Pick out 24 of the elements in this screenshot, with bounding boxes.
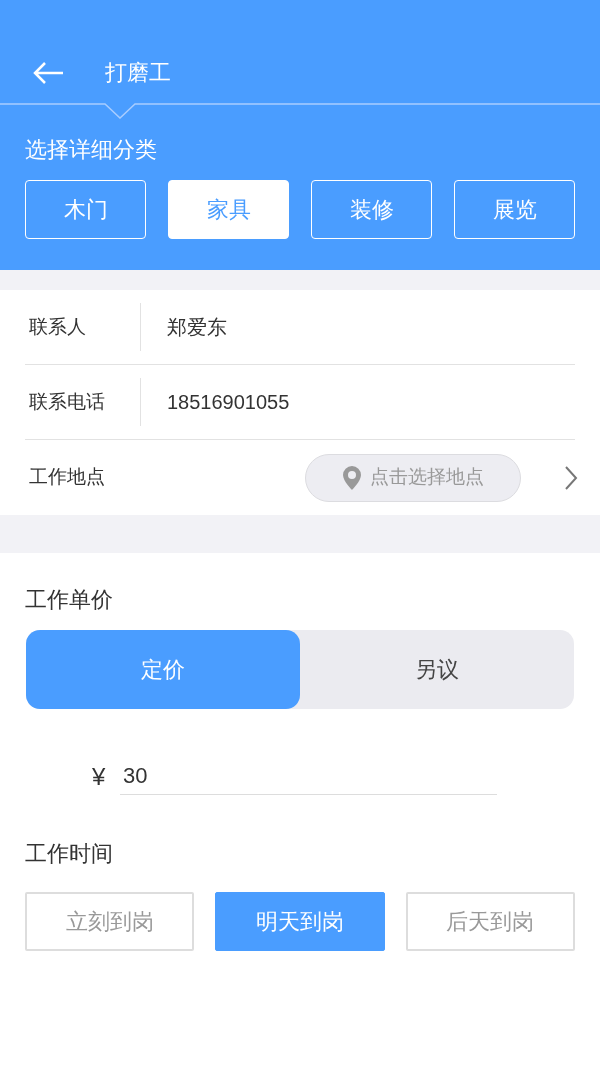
time-option-button[interactable]: 立刻到岗 [25,892,195,951]
location-pin-icon [342,464,362,491]
category-button[interactable]: 装修 [311,180,432,239]
field-label: 联系人 [28,314,87,339]
currency-symbol: ¥ [92,762,107,792]
field-value[interactable]: 18516901055 [141,387,290,417]
price-mode-tab[interactable]: 定价 [26,630,300,709]
back-arrow-icon[interactable] [32,60,64,85]
section-label: 工作时间 [24,840,114,868]
time-option-button[interactable]: 明天到岗 [215,892,385,951]
field-value[interactable]: 郑爱东 [141,312,227,342]
category-button[interactable]: 展览 [454,180,575,239]
price-input[interactable]: 30 [120,759,497,795]
category-button[interactable]: 木门 [25,180,146,239]
field-label: 联系电话 [28,389,106,414]
category-button[interactable]: 家具 [168,180,289,239]
page-title: 打磨工 [105,59,171,87]
location-picker[interactable]: 点击选择地点 [305,453,521,502]
section-label: 工作单价 [24,586,114,614]
time-option-button[interactable]: 后天到岗 [405,892,575,951]
field-label: 工作地点 [29,465,106,490]
section-label: 选择详细分类 [24,136,158,164]
price-mode-tab[interactable]: 另议 [300,630,574,709]
chevron-right-icon[interactable] [564,464,578,491]
